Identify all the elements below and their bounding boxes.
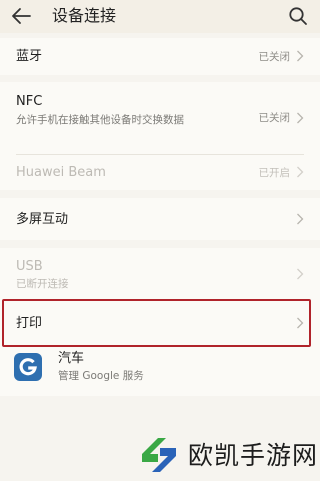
watermark-text: 欧凯手游网: [188, 441, 319, 470]
nfc-description: 允许手机在接触其他设备时交换数据: [16, 114, 184, 126]
bluetooth-label: 蓝牙: [16, 49, 43, 64]
chevron-right-icon: [297, 268, 304, 280]
google-settings-icon: [14, 353, 42, 381]
google-g-icon: [19, 358, 37, 376]
chevron-right-icon: [297, 213, 304, 225]
huawei-beam-row: Huawei Beam 已开启: [0, 155, 320, 190]
multiscreen-label: 多屏互动: [16, 212, 69, 227]
auto-label: 汽车: [58, 351, 85, 366]
usb-row: USB 已断开连接: [0, 248, 320, 298]
bluetooth-card: 蓝牙 已关闭: [0, 38, 320, 75]
nfc-label: NFC: [16, 94, 43, 109]
huawei-beam-status: 已开启: [258, 167, 291, 179]
watermark-logo-icon: [142, 438, 176, 472]
nfc-status: 已关闭: [258, 112, 291, 124]
multiscreen-row[interactable]: 多屏互动: [0, 198, 320, 240]
chevron-right-icon: [297, 50, 304, 62]
arrow-left-icon[interactable]: [10, 6, 32, 26]
page-title: 设备连接: [52, 6, 117, 25]
chevron-right-icon: [297, 112, 304, 124]
multiscreen-card: 多屏互动: [0, 198, 320, 240]
search-icon[interactable]: [288, 6, 308, 26]
nfc-row[interactable]: NFC 允许手机在接触其他设备时交换数据 已关闭: [0, 82, 320, 154]
auto-description: 管理 Google 服务: [58, 370, 144, 382]
auto-row[interactable]: 汽车 管理 Google 服务: [0, 348, 320, 396]
app-header: 设备连接: [0, 0, 320, 33]
bluetooth-row[interactable]: 蓝牙 已关闭: [0, 38, 320, 75]
bluetooth-status: 已关闭: [258, 51, 291, 63]
usb-status: 已断开连接: [16, 278, 69, 290]
usb-label: USB: [16, 259, 43, 274]
huawei-beam-label: Huawei Beam: [16, 165, 106, 180]
print-highlight-box: [2, 299, 311, 347]
chevron-right-icon: [297, 166, 304, 178]
nfc-card: NFC 允许手机在接触其他设备时交换数据 已关闭 Huawei Beam 已开启: [0, 82, 320, 190]
